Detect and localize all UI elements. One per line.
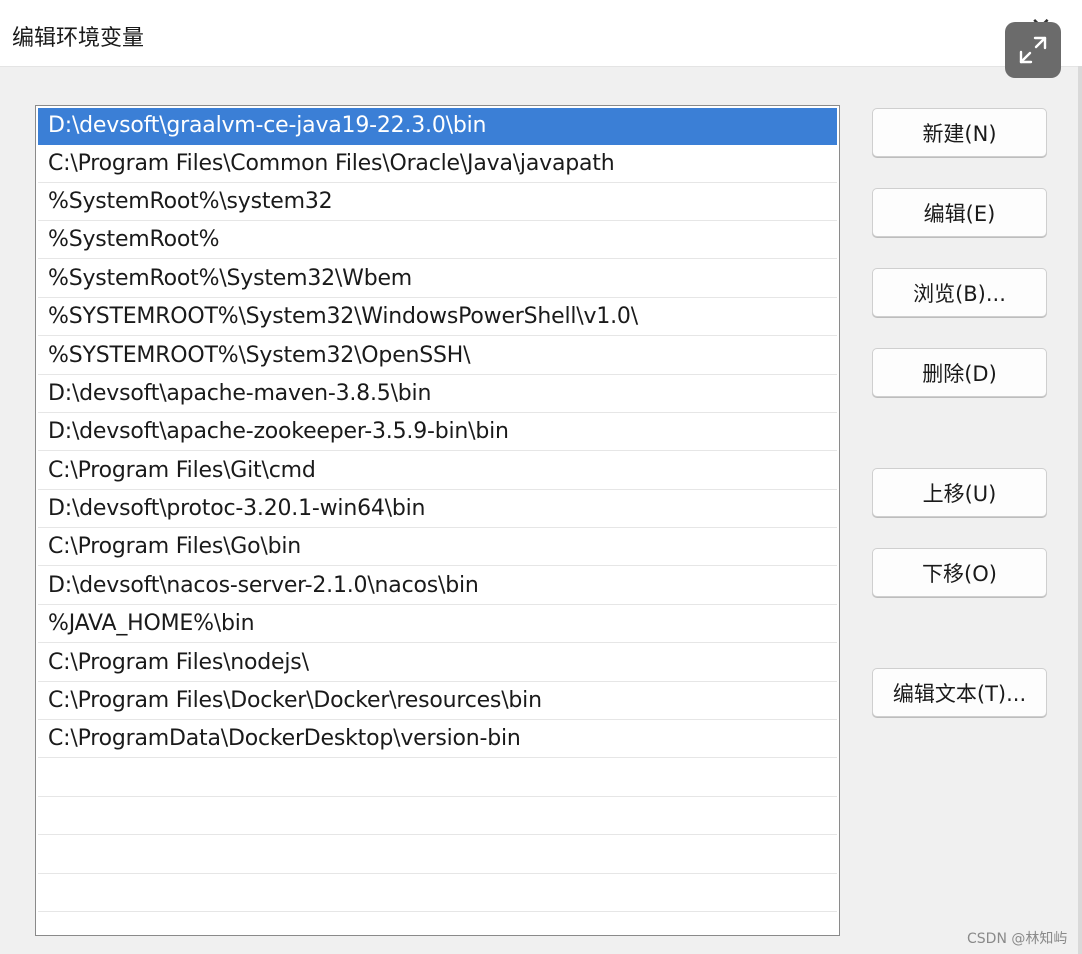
list-item[interactable]: D:\devsoft\graalvm-ce-java19-22.3.0\bin	[38, 108, 837, 145]
list-item-empty[interactable]	[38, 875, 837, 912]
move-down-button[interactable]: 下移(O)	[872, 548, 1047, 597]
path-list[interactable]: D:\devsoft\graalvm-ce-java19-22.3.0\bin …	[35, 105, 840, 936]
list-item[interactable]: C:\Program Files\Common Files\Oracle\Jav…	[38, 146, 837, 183]
window-title: 编辑环境变量	[12, 26, 145, 51]
list-item[interactable]: %SYSTEMROOT%\System32\WindowsPowerShell\…	[38, 299, 837, 336]
list-item[interactable]: C:\Program Files\Go\bin	[38, 529, 837, 566]
list-item[interactable]: C:\Program Files\Docker\Docker\resources…	[38, 683, 837, 720]
list-item[interactable]: %SystemRoot%\system32	[38, 184, 837, 221]
expand-icon[interactable]	[1005, 22, 1061, 78]
list-item-empty[interactable]	[38, 837, 837, 874]
expand-arrows-icon	[1019, 36, 1047, 64]
list-item[interactable]: %SYSTEMROOT%\System32\OpenSSH\	[38, 338, 837, 375]
list-item[interactable]: C:\Program Files\nodejs\	[38, 645, 837, 682]
watermark: CSDN @林知屿	[967, 931, 1068, 947]
edit-button[interactable]: 编辑(E)	[872, 188, 1047, 237]
list-item[interactable]: D:\devsoft\protoc-3.20.1-win64\bin	[38, 491, 837, 528]
list-item[interactable]: %SystemRoot%\System32\Wbem	[38, 261, 837, 298]
move-up-button[interactable]: 上移(U)	[872, 468, 1047, 517]
new-button[interactable]: 新建(N)	[872, 108, 1047, 157]
window-edge	[1078, 66, 1082, 954]
title-bar: 编辑环境变量 ✕	[0, 0, 1082, 67]
list-item[interactable]: D:\devsoft\nacos-server-2.1.0\nacos\bin	[38, 568, 837, 605]
list-item-empty[interactable]	[38, 798, 837, 835]
list-item[interactable]: D:\devsoft\apache-zookeeper-3.5.9-bin\bi…	[38, 414, 837, 451]
list-item[interactable]: %JAVA_HOME%\bin	[38, 606, 837, 643]
list-item[interactable]: C:\ProgramData\DockerDesktop\version-bin	[38, 721, 837, 758]
list-item-empty[interactable]	[38, 760, 837, 797]
browse-button[interactable]: 浏览(B)...	[872, 268, 1047, 317]
list-item[interactable]: D:\devsoft\apache-maven-3.8.5\bin	[38, 376, 837, 413]
edit-text-button[interactable]: 编辑文本(T)...	[872, 668, 1047, 717]
list-item[interactable]: %SystemRoot%	[38, 222, 837, 259]
list-item[interactable]: C:\Program Files\Git\cmd	[38, 453, 837, 490]
delete-button[interactable]: 删除(D)	[872, 348, 1047, 397]
